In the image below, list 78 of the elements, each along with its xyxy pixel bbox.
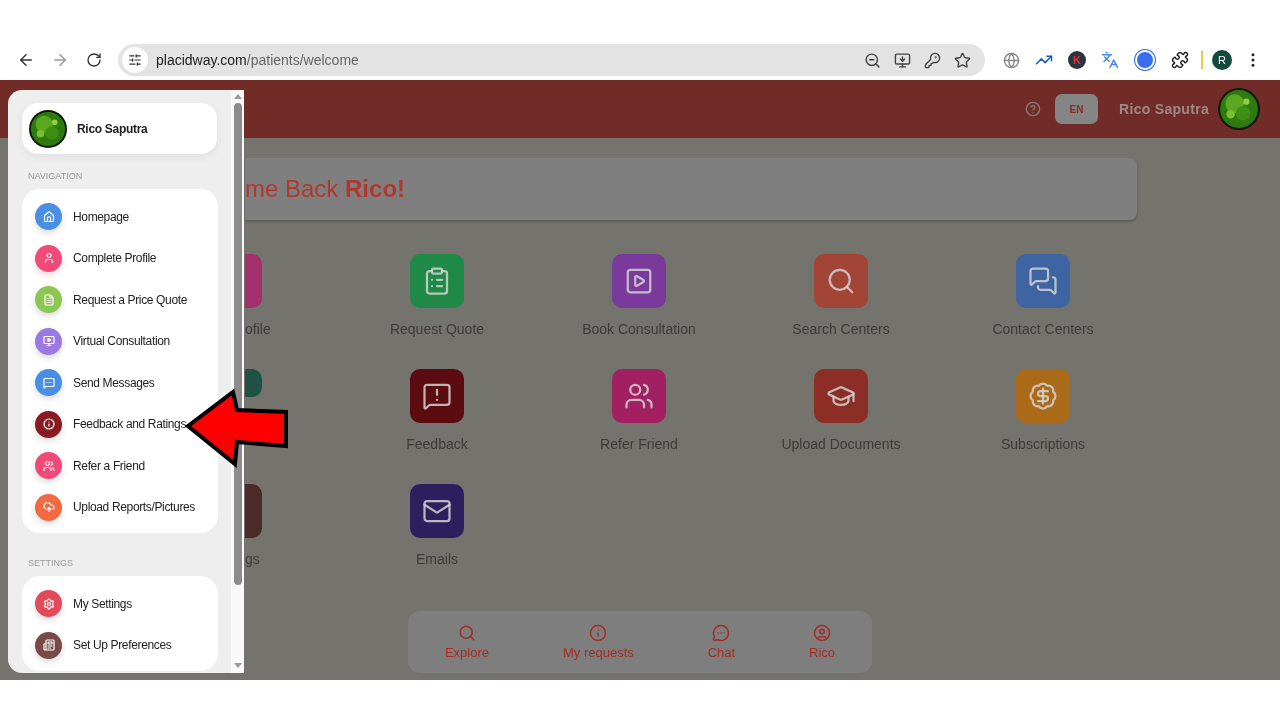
tile-label: Book Consultation (582, 321, 696, 337)
address-bar[interactable]: placidway.com/patients/welcome (118, 44, 985, 76)
app-tile-icon[interactable] (245, 369, 262, 397)
chat-bubbles-icon (1028, 266, 1058, 296)
nav-item[interactable]: Virtual Consultation (22, 320, 170, 362)
section-title: SETTINGS (28, 558, 74, 569)
tile-label: Emails (416, 551, 458, 567)
search-icon (826, 266, 856, 296)
profile-avatar[interactable]: R (1212, 50, 1232, 70)
nav-label: Set Up Preferences (73, 638, 172, 653)
profile-card[interactable]: Rico Saputra (22, 103, 217, 154)
site-settings-icon[interactable] (122, 47, 148, 73)
nav-item[interactable]: My Settings (22, 583, 132, 625)
tile-label: Refer Friend (600, 436, 678, 452)
app-tile-icon[interactable] (1016, 254, 1070, 308)
app-tile-icon[interactable] (814, 254, 868, 308)
nav-label: Upload Reports/Pictures (73, 500, 195, 515)
nav-item[interactable]: Complete Profile (22, 237, 157, 279)
alert-message-icon (422, 381, 452, 411)
url-text: placidway.com/patients/welcome (156, 52, 360, 68)
gear-icon (42, 597, 55, 610)
cloud-upload-icon (42, 501, 55, 514)
info-icon (589, 624, 608, 642)
document-icon (42, 293, 55, 306)
people-icon (624, 381, 654, 411)
nav-label: Refer a Friend (73, 458, 145, 473)
person-icon (42, 252, 55, 265)
nav-label: Send Messages (73, 375, 155, 390)
dollar-badge-icon (1028, 381, 1058, 411)
chat-icon (712, 624, 731, 642)
nav-item[interactable]: Upload Reports/Pictures (22, 486, 195, 528)
list-icon (42, 639, 55, 652)
nav-item[interactable]: Set Up Preferences (22, 624, 172, 666)
nav-item[interactable]: Send Messages (22, 362, 155, 404)
reload-icon (86, 52, 102, 68)
nav-label: Feedback and Ratings (73, 417, 187, 432)
tile-label: Subscriptions (1000, 436, 1085, 452)
nav-label: Complete Profile (73, 251, 157, 266)
nav-item[interactable]: Feedback and Ratings (22, 403, 187, 445)
home-icon (42, 210, 55, 223)
extension-icon[interactable] (1135, 50, 1155, 70)
search-icon (458, 624, 476, 642)
nav-item[interactable]: Refer a Friend (22, 445, 145, 487)
nav-item[interactable]: Homepage (22, 196, 129, 238)
tile-label: Upload Documents (781, 436, 901, 452)
app-tile-icon[interactable] (410, 369, 464, 423)
app-tile-icon[interactable] (410, 254, 464, 308)
play-icon (42, 335, 55, 348)
app-tile-icon[interactable] (410, 484, 464, 538)
info-icon (42, 418, 55, 431)
app-tile-icon[interactable] (612, 254, 666, 308)
user-name: Rico Saputra (1119, 101, 1209, 117)
app-tile-icon[interactable] (1016, 369, 1070, 423)
nav-item[interactable]: Request a Price Quote (22, 279, 188, 321)
user-icon (813, 624, 832, 642)
message-icon (42, 376, 55, 389)
app-tile-icon[interactable] (814, 369, 868, 423)
people-icon (42, 459, 55, 472)
nav-label: Virtual Consultation (73, 334, 170, 349)
scrollbar[interactable] (231, 90, 244, 673)
nav-label: Request a Price Quote (73, 292, 188, 307)
nav-label: My Settings (73, 596, 132, 611)
app-tile-icon[interactable] (612, 369, 666, 423)
tile-label: Feedback (406, 436, 468, 452)
drawer-user-name: Rico Saputra (77, 121, 148, 136)
tile-label: Search Centers (792, 321, 890, 337)
tile-label: Request Quote (389, 321, 485, 337)
nav-label: Homepage (73, 209, 129, 224)
section-title: NAVIGATION (28, 171, 84, 182)
app-tile-icon[interactable] (245, 484, 262, 538)
app-tile-icon[interactable] (245, 254, 262, 308)
help-icon[interactable] (1025, 101, 1042, 117)
tile-label: ofile (245, 321, 271, 337)
tile-label: Contact Centers (992, 321, 1094, 337)
forward-arrow-icon (51, 51, 69, 69)
play-icon (624, 266, 654, 296)
tile-label: gs (245, 551, 260, 567)
welcome-text: me Back Rico! (245, 175, 406, 203)
